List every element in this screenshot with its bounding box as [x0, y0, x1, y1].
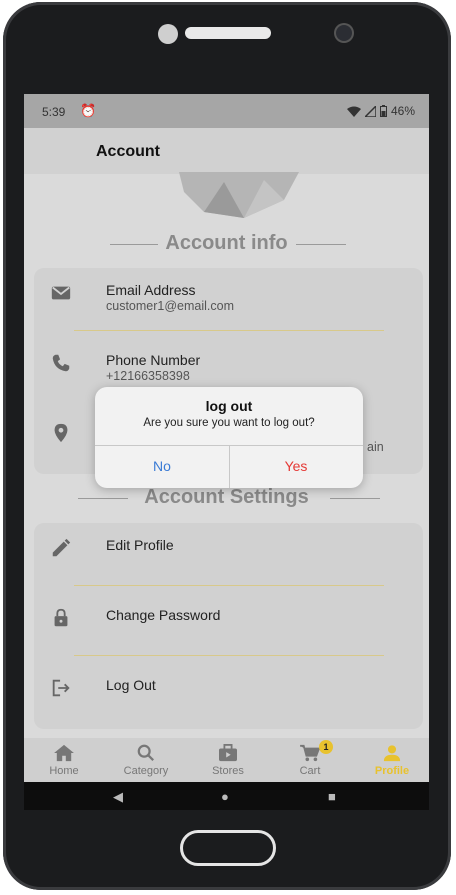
brand-logo	[179, 172, 299, 218]
alarm-icon: ⏰	[80, 103, 97, 118]
nav-stores[interactable]: Stores	[193, 742, 263, 777]
page-title: Account	[96, 143, 160, 160]
front-camera	[336, 25, 352, 41]
back-icon[interactable]: ◀	[113, 789, 123, 805]
dialog-message: Are you sure you want to log out?	[143, 417, 315, 429]
account-settings-card: Edit Profile Change Password Log Out	[34, 523, 423, 729]
bottom-nav: Home Category Stores 1 Cart Profile	[24, 738, 429, 782]
recents-icon[interactable]: ■	[328, 789, 336, 804]
location-icon	[54, 423, 68, 443]
signal-icon	[364, 105, 376, 117]
email-label: Email Address	[106, 282, 196, 298]
home-circle-icon[interactable]: ●	[221, 789, 229, 804]
divider	[74, 585, 384, 586]
phone-label: Phone Number	[106, 352, 201, 368]
change-password-row[interactable]: Change Password	[34, 593, 423, 661]
change-password-label: Change Password	[106, 607, 221, 623]
log-out-row[interactable]: Log Out	[34, 663, 423, 731]
yes-button[interactable]: Yes	[229, 445, 363, 488]
system-nav-bar: ◀ ● ■	[24, 782, 429, 810]
status-bar: 5:39 ⏰ 46%	[24, 94, 429, 128]
edit-profile-label: Edit Profile	[106, 537, 174, 553]
address-value: ain	[367, 440, 384, 454]
earpiece-speaker	[185, 27, 271, 39]
nav-profile[interactable]: Profile	[357, 742, 427, 777]
email-icon	[51, 286, 71, 300]
pencil-icon	[52, 538, 71, 557]
email-value: customer1@email.com	[106, 299, 235, 313]
no-button[interactable]: No	[95, 445, 229, 488]
phone-icon	[52, 354, 70, 372]
account-settings-heading: Account Settings	[24, 486, 429, 509]
log-out-label: Log Out	[106, 677, 156, 693]
divider	[74, 655, 384, 656]
phone-value: +12166358398	[106, 369, 190, 383]
battery-percent: 46%	[390, 104, 415, 118]
cart-badge: 1	[319, 740, 333, 754]
logout-icon	[52, 679, 70, 697]
edit-profile-row[interactable]: Edit Profile	[34, 523, 423, 591]
home-hardware-button[interactable]	[180, 830, 276, 866]
search-icon	[137, 744, 154, 761]
battery-icon	[379, 105, 387, 117]
email-row[interactable]: Email Address customer1@email.com	[34, 268, 423, 336]
status-icons: 46%	[346, 104, 415, 118]
screen: 5:39 ⏰ 46% Account Account info Email Ad…	[24, 94, 429, 810]
dialog-title: log out	[205, 398, 253, 414]
wifi-icon	[346, 106, 361, 117]
logout-dialog: log out Are you sure you want to log out…	[95, 387, 363, 488]
account-info-heading: Account info	[24, 232, 429, 255]
nav-category[interactable]: Category	[111, 742, 181, 777]
store-icon	[219, 744, 237, 762]
app-bar: Account	[24, 128, 429, 174]
nav-home[interactable]: Home	[29, 742, 99, 777]
person-icon	[383, 745, 401, 762]
nav-cart[interactable]: 1 Cart	[275, 740, 345, 777]
divider	[74, 330, 384, 331]
home-icon	[54, 744, 74, 762]
cart-icon	[300, 744, 321, 762]
status-time: 5:39	[42, 105, 66, 119]
front-sensor	[158, 24, 178, 44]
lock-icon	[54, 608, 68, 627]
